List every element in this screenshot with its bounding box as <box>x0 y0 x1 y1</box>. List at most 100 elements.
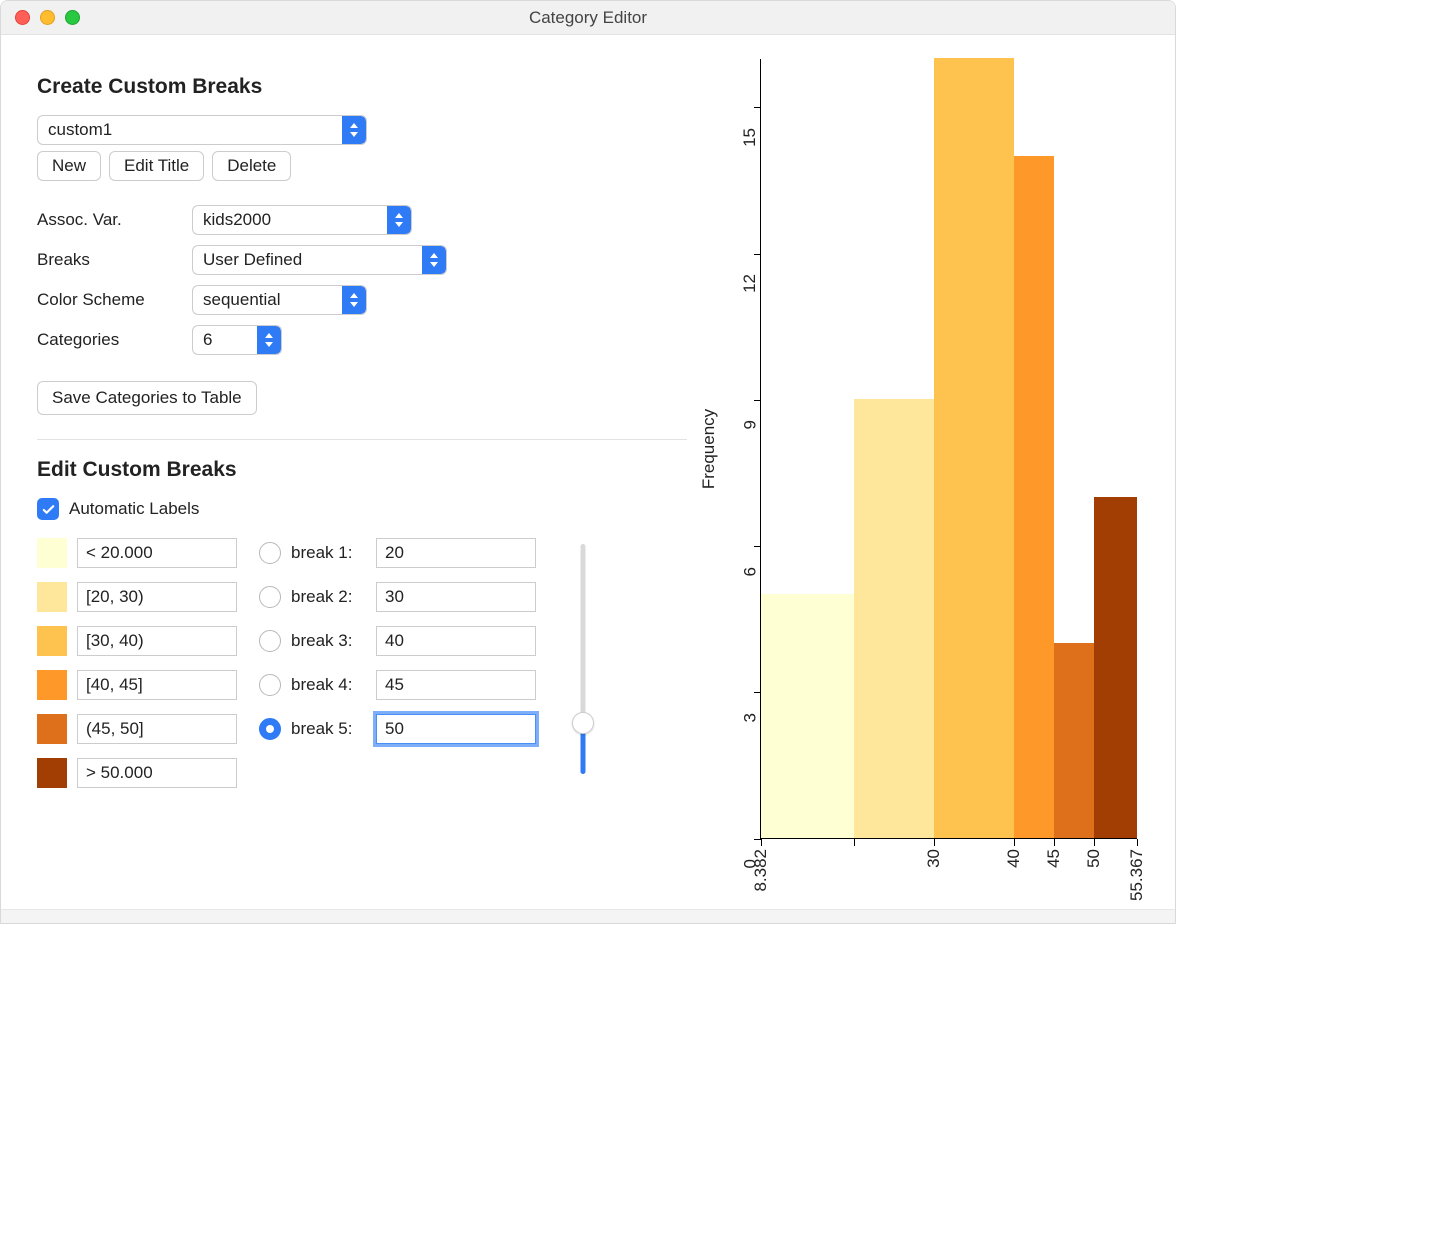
x-tick-label: 40 <box>1004 849 1024 868</box>
category-row <box>37 670 237 700</box>
break-radio[interactable] <box>259 630 281 652</box>
break-value-column: break 1: break 2: break 3: break 4: break 5: <box>259 538 536 788</box>
x-tick-label: 30 <box>924 849 944 868</box>
category-row <box>37 582 237 612</box>
break-radio[interactable] <box>259 542 281 564</box>
footer-bar <box>1 909 1175 923</box>
x-tick <box>854 839 855 846</box>
custom-name-value: custom1 <box>38 120 342 140</box>
category-label-column <box>37 538 237 788</box>
histogram-bar <box>854 399 934 838</box>
plot-area <box>761 59 1137 839</box>
custom-name-select[interactable]: custom1 <box>37 115 367 145</box>
breaks-select[interactable]: User Defined <box>192 245 447 275</box>
break-label: break 2: <box>291 587 366 607</box>
histogram-chart: Frequency 03691215 8.3823040455055.367 <box>697 59 1137 899</box>
category-editor-window: Category Editor Create Custom Breaks cus… <box>0 0 1176 924</box>
window-controls <box>15 10 80 25</box>
category-row <box>37 758 237 788</box>
y-tick <box>754 400 761 401</box>
break-value-input[interactable] <box>376 538 536 568</box>
breaks-label: Breaks <box>37 250 192 270</box>
x-tick-label: 45 <box>1044 849 1064 868</box>
chevron-updown-icon <box>257 326 281 354</box>
break-value-input[interactable] <box>376 626 536 656</box>
y-axis: 03691215 <box>721 59 761 839</box>
y-tick <box>754 107 761 108</box>
x-tick <box>1094 839 1095 846</box>
edit-heading: Edit Custom Breaks <box>37 458 687 482</box>
break-radio[interactable] <box>259 586 281 608</box>
color-swatch[interactable] <box>37 582 67 612</box>
y-tick-label: 3 <box>740 713 760 722</box>
category-label-input[interactable] <box>77 626 237 656</box>
y-tick <box>754 839 761 840</box>
break-slider[interactable] <box>568 544 598 774</box>
category-label-input[interactable] <box>77 670 237 700</box>
break-row: break 2: <box>259 582 536 612</box>
new-button[interactable]: New <box>37 151 101 181</box>
category-label-input[interactable] <box>77 538 237 568</box>
chevron-updown-icon <box>342 286 366 314</box>
category-label-input[interactable] <box>77 758 237 788</box>
histogram-bar <box>1094 497 1137 838</box>
break-value-input[interactable] <box>376 714 536 744</box>
break-radio[interactable] <box>259 674 281 696</box>
color-swatch[interactable] <box>37 626 67 656</box>
color-swatch[interactable] <box>37 714 67 744</box>
titlebar: Category Editor <box>1 1 1175 35</box>
breaks-value: User Defined <box>193 250 422 270</box>
color-scheme-value: sequential <box>193 290 342 310</box>
slider-thumb[interactable] <box>572 712 594 734</box>
window-title: Category Editor <box>1 8 1175 28</box>
y-tick-label: 12 <box>740 274 760 293</box>
divider <box>37 439 687 440</box>
category-row <box>37 714 237 744</box>
y-axis-label: Frequency <box>699 409 719 489</box>
chevron-updown-icon <box>342 116 366 144</box>
assoc-var-label: Assoc. Var. <box>37 210 192 230</box>
x-tick <box>934 839 935 846</box>
color-swatch[interactable] <box>37 758 67 788</box>
zoom-icon[interactable] <box>65 10 80 25</box>
x-axis: 8.3823040455055.367 <box>761 839 1137 899</box>
automatic-labels-checkbox[interactable] <box>37 498 59 520</box>
break-row: break 4: <box>259 670 536 700</box>
category-label-input[interactable] <box>77 582 237 612</box>
category-row <box>37 538 237 568</box>
automatic-labels-label: Automatic Labels <box>69 499 199 519</box>
y-tick <box>754 254 761 255</box>
break-value-input[interactable] <box>376 582 536 612</box>
histogram-bar <box>1054 643 1094 838</box>
break-radio[interactable] <box>259 718 281 740</box>
break-label: break 3: <box>291 631 366 651</box>
color-scheme-label: Color Scheme <box>37 290 192 310</box>
x-tick <box>1054 839 1055 846</box>
color-scheme-select[interactable]: sequential <box>192 285 367 315</box>
histogram-bar <box>761 594 854 838</box>
color-swatch[interactable] <box>37 538 67 568</box>
break-label: break 1: <box>291 543 366 563</box>
histogram-bar <box>934 58 1014 838</box>
x-tick <box>761 839 762 846</box>
minimize-icon[interactable] <box>40 10 55 25</box>
break-value-input[interactable] <box>376 670 536 700</box>
edit-title-button[interactable]: Edit Title <box>109 151 204 181</box>
break-row: break 3: <box>259 626 536 656</box>
break-row: break 1: <box>259 538 536 568</box>
break-row: break 5: <box>259 714 536 744</box>
x-tick <box>1137 839 1138 846</box>
categories-select[interactable]: 6 <box>192 325 282 355</box>
x-tick-label: 55.367 <box>1127 849 1147 901</box>
close-icon[interactable] <box>15 10 30 25</box>
color-swatch[interactable] <box>37 670 67 700</box>
y-tick-label: 9 <box>740 420 760 429</box>
left-panel: Create Custom Breaks custom1 New Edit Ti… <box>37 59 687 899</box>
save-categories-button[interactable]: Save Categories to Table <box>37 381 257 415</box>
delete-button[interactable]: Delete <box>212 151 291 181</box>
assoc-var-select[interactable]: kids2000 <box>192 205 412 235</box>
assoc-var-value: kids2000 <box>193 210 387 230</box>
category-label-input[interactable] <box>77 714 237 744</box>
chevron-updown-icon <box>387 206 411 234</box>
x-tick-label: 50 <box>1084 849 1104 868</box>
